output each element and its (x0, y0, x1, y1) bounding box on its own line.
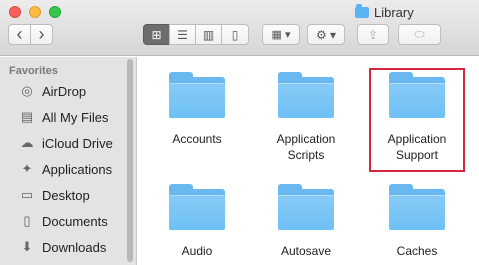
tag-button[interactable]: ⬭ (398, 24, 441, 45)
airdrop-icon: ◎ (21, 83, 33, 98)
sidebar-item-label: iCloud Drive (42, 135, 113, 151)
folder-icon (278, 72, 334, 118)
back-button[interactable]: ‹ (8, 24, 31, 45)
sidebar-item-label: All My Files (42, 109, 109, 125)
chevron-right-icon: › (38, 24, 45, 44)
folder-name: Accounts (172, 132, 222, 146)
tag-icon: ⬭ (414, 27, 425, 41)
share-icon: ⇪ (367, 27, 379, 42)
folder-item-accounts[interactable]: Accounts (147, 72, 247, 147)
zoom-window-button[interactable] (49, 6, 61, 18)
folder-icon (355, 3, 369, 18)
sidebar-item-airdrop[interactable]: ◎ AirDrop (0, 79, 128, 103)
list-view-button[interactable]: ☰ (169, 24, 196, 45)
folder-item-audio[interactable]: Audio (147, 184, 247, 259)
sidebar-item-label: Downloads (42, 239, 107, 255)
arrange-icon: ▦ ▾ (271, 29, 291, 41)
window-title-text: Library (374, 4, 414, 20)
folder-item-application-scripts[interactable]: Application Scripts (256, 72, 356, 163)
sidebar: Favorites ◎ AirDrop ▤ All My Files ☁ iCl… (0, 57, 137, 265)
gear-icon: ⚙ ▾ (315, 27, 337, 42)
close-window-button[interactable] (9, 6, 21, 18)
highlight-annotation (369, 68, 465, 172)
sidebar-item-label: Documents (42, 213, 108, 229)
folder-icon (389, 184, 445, 230)
sidebar-scrollbar[interactable] (127, 59, 133, 262)
column-view-button[interactable]: ▥ (195, 24, 222, 45)
cover-flow-view-button[interactable]: ▯ (221, 24, 249, 45)
sidebar-item-label: Desktop (42, 187, 90, 203)
sidebar-item-applications[interactable]: ✦ Applications (0, 157, 128, 181)
window-title: Library (355, 3, 414, 21)
list-icon: ☰ (177, 27, 188, 42)
folder-item-caches[interactable]: Caches (367, 184, 467, 259)
minimize-window-button[interactable] (29, 6, 41, 18)
sidebar-item-icloud-drive[interactable]: ☁ iCloud Drive (0, 131, 128, 155)
folder-icon (169, 72, 225, 118)
downloads-icon: ⬇ (21, 239, 33, 254)
cloud-icon: ☁ (20, 135, 34, 150)
sidebar-item-desktop[interactable]: ▭ Desktop (0, 183, 128, 207)
folder-name: Autosave (280, 244, 332, 258)
sidebar-item-documents[interactable]: ▯ Documents (0, 209, 128, 233)
columns-icon: ▥ (202, 27, 215, 42)
share-button[interactable]: ⇪ (357, 24, 389, 45)
applications-icon: ✦ (21, 161, 33, 176)
cover-flow-icon: ▯ (231, 27, 239, 42)
folder-name: Application Scripts (276, 132, 336, 162)
sidebar-heading: Favorites (9, 65, 58, 77)
forward-button[interactable]: › (30, 24, 53, 45)
folder-icon (278, 184, 334, 230)
chevron-left-icon: ‹ (16, 24, 23, 44)
folder-name: Audio (181, 244, 213, 258)
folder-item-autosave[interactable]: Autosave (256, 184, 356, 259)
action-button[interactable]: ⚙ ▾ (307, 24, 345, 45)
toolbar: Library ‹ › ⊞ ☰ ▥ ▯ ▦ ▾ ⚙ ▾ ⇪ ⬭ (0, 0, 479, 56)
icon-view-button[interactable]: ⊞ (143, 24, 170, 45)
documents-icon: ▯ (23, 213, 31, 228)
sidebar-item-all-my-files[interactable]: ▤ All My Files (0, 105, 128, 129)
sidebar-item-label: AirDrop (42, 83, 87, 99)
arrange-button[interactable]: ▦ ▾ (262, 24, 300, 45)
sidebar-item-downloads[interactable]: ⬇ Downloads (0, 235, 128, 259)
folder-icon (169, 184, 225, 230)
grid-icon: ⊞ (151, 27, 162, 42)
sidebar-item-label: Applications (42, 161, 113, 177)
desktop-icon: ▭ (20, 187, 34, 202)
all-files-icon: ▤ (20, 109, 34, 124)
folder-name: Caches (396, 244, 438, 258)
